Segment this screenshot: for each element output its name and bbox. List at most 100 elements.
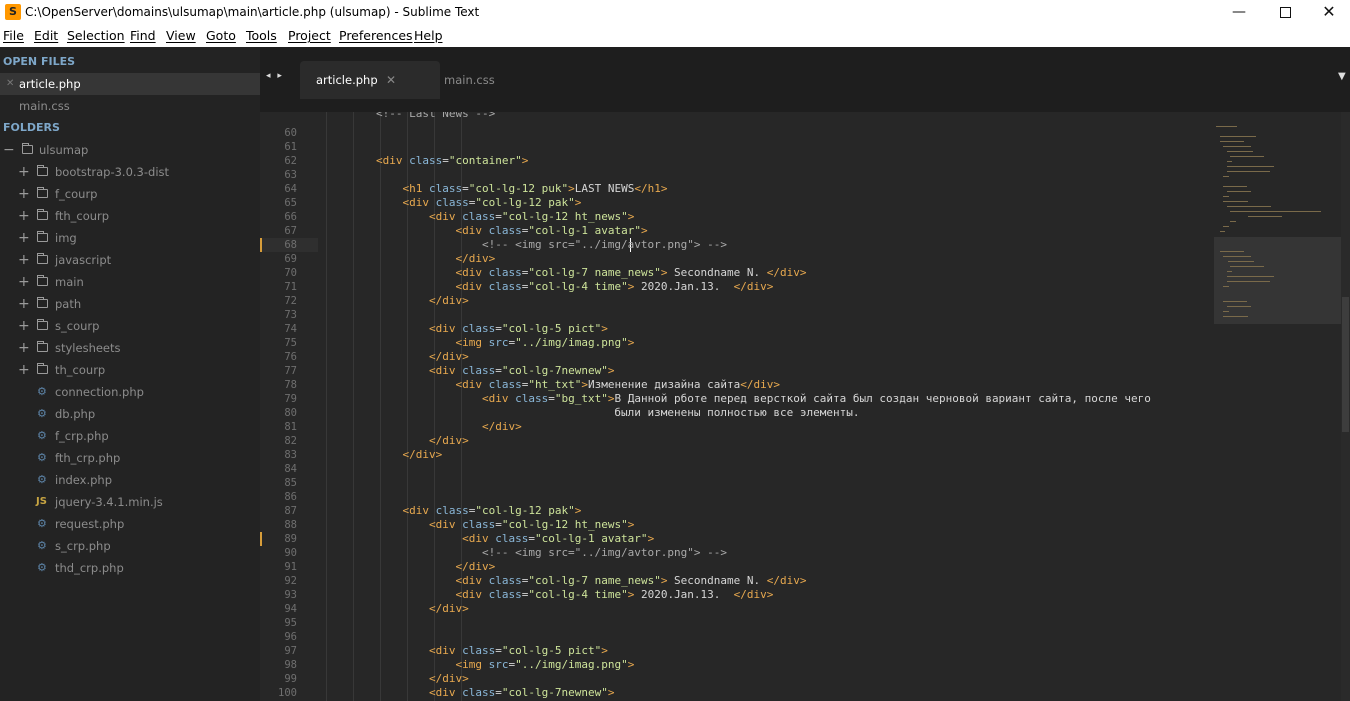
code-line[interactable]: </div> <box>376 294 469 308</box>
file-item[interactable]: ⚙ thd_crp.php <box>0 557 260 579</box>
menu-help[interactable]: Help <box>414 24 443 48</box>
minimap-line <box>1230 266 1264 267</box>
folder-item[interactable]: + f_courp <box>0 183 260 205</box>
close-file-icon[interactable]: ✕ <box>6 73 14 95</box>
scrollbar-thumb[interactable] <box>1342 297 1349 432</box>
close-window-button[interactable]: ✕ <box>1306 0 1350 24</box>
code-line[interactable]: <div class="container"> <box>376 154 528 168</box>
expand-icon[interactable]: + <box>18 205 30 227</box>
code-line[interactable]: </div> <box>376 434 469 448</box>
minimize-button[interactable]: — <box>1216 0 1262 24</box>
code-line[interactable]: <div class="col-lg-12 ht_news"> <box>376 518 634 532</box>
tab-nav-arrows-icon[interactable]: ◂ ▸ <box>266 71 284 81</box>
line-number: 78 <box>284 379 297 391</box>
file-item[interactable]: ⚙ index.php <box>0 469 260 491</box>
tab-main-css[interactable]: main.css <box>444 69 495 91</box>
code-line[interactable]: <div class="col-lg-7 name_news"> Secondn… <box>376 574 806 588</box>
menu-tools[interactable]: Tools <box>246 24 277 48</box>
code-line[interactable]: были изменены полностью все элементы. <box>376 406 859 420</box>
expand-icon[interactable]: + <box>18 359 30 381</box>
menu-preferences[interactable]: Preferences <box>339 24 413 48</box>
minimap-line <box>1223 256 1252 257</box>
code-line[interactable]: <div class="col-lg-7newnew"> <box>376 686 614 700</box>
code-line[interactable]: <div class="col-lg-12 pak"> <box>376 196 582 210</box>
open-file-main-css[interactable]: main.css <box>0 95 260 117</box>
code-line[interactable]: <div class="col-lg-7 name_news"> Secondn… <box>376 266 806 280</box>
expand-icon[interactable]: + <box>18 161 30 183</box>
menu-selection[interactable]: Selection <box>67 24 125 48</box>
folder-item[interactable]: + main <box>0 271 260 293</box>
expand-icon[interactable]: + <box>18 271 30 293</box>
menu-view[interactable]: View <box>166 24 196 48</box>
expand-icon[interactable]: + <box>18 249 30 271</box>
code-line[interactable]: </div> <box>376 560 495 574</box>
gear-icon: ⚙ <box>37 385 47 398</box>
file-item[interactable]: ⚙ f_crp.php <box>0 425 260 447</box>
code-line[interactable]: <div class="ht_txt">Изменение дизайна са… <box>376 378 780 392</box>
code-line[interactable]: </div> <box>376 672 469 686</box>
folder-item[interactable]: + javascript <box>0 249 260 271</box>
folder-item[interactable]: + path <box>0 293 260 315</box>
close-tab-icon[interactable]: ✕ <box>386 61 396 99</box>
code-line[interactable]: <div class="col-lg-4 time"> 2020.Jan.13.… <box>376 280 773 294</box>
file-item[interactable]: JS jquery-3.4.1.min.js <box>0 491 260 513</box>
code-line[interactable]: </div> <box>376 602 469 616</box>
minimap[interactable] <box>1206 112 1350 701</box>
collapse-icon[interactable]: − <box>3 139 15 161</box>
expand-icon[interactable]: + <box>18 183 30 205</box>
menu-edit[interactable]: Edit <box>34 24 58 48</box>
code-line[interactable]: <div class="col-lg-5 pict"> <box>376 322 608 336</box>
code-line[interactable]: </div> <box>376 350 469 364</box>
folder-item[interactable]: + s_courp <box>0 315 260 337</box>
vertical-scrollbar[interactable] <box>1341 112 1350 701</box>
code-line[interactable]: <img src="../img/imag.png"> <box>376 336 634 350</box>
code-line[interactable]: </div> <box>376 252 495 266</box>
menu-find[interactable]: Find <box>130 24 156 48</box>
code-line[interactable]: </div> <box>376 448 443 462</box>
code-line[interactable]: <!-- <img src="../img/avtor.png"> --> <box>376 238 727 252</box>
gear-icon: ⚙ <box>37 429 47 442</box>
open-file-article[interactable]: ✕ article.php <box>0 73 260 95</box>
code-line[interactable]: <div class="col-lg-5 pict"> <box>376 644 608 658</box>
code-line[interactable]: <div class="col-lg-1 avatar"> <box>376 532 654 546</box>
menu-file[interactable]: File <box>3 24 24 48</box>
menu-project[interactable]: Project <box>288 24 331 48</box>
file-item[interactable]: ⚙ s_crp.php <box>0 535 260 557</box>
file-item[interactable]: ⚙ db.php <box>0 403 260 425</box>
code-line[interactable]: <img src="../img/imag.png"> <box>376 658 634 672</box>
folder-item[interactable]: + bootstrap-3.0.3-dist <box>0 161 260 183</box>
tab-list-dropdown-icon[interactable]: ▼ <box>1338 71 1346 82</box>
code-line[interactable]: <div class="col-lg-7newnew"> <box>376 364 614 378</box>
code-line[interactable]: <!-- <img src="../img/avtor.png"> --> <box>376 546 727 560</box>
folder-item[interactable]: + fth_courp <box>0 205 260 227</box>
sidebar: OPEN FILES ✕ article.php main.css FOLDER… <box>0 47 260 701</box>
folder-item[interactable]: + stylesheets <box>0 337 260 359</box>
tab-article-php[interactable]: article.php ✕ <box>300 61 440 99</box>
folder-root-ulsumap[interactable]: − ulsumap <box>0 139 260 161</box>
line-number: 82 <box>284 435 297 447</box>
code-editor[interactable]: 60 61 62 63 64 65 66 67 68 69 70 71 72 73 74 75 76 77 78 79… <box>260 112 1350 701</box>
menu-goto[interactable]: Goto <box>206 24 236 48</box>
minimap-line <box>1226 306 1252 307</box>
folder-item[interactable]: + th_courp <box>0 359 260 381</box>
file-item[interactable]: ⚙ connection.php <box>0 381 260 403</box>
code-line[interactable]: <div class="col-lg-12 ht_news"> <box>376 210 634 224</box>
folder-item[interactable]: + img <box>0 227 260 249</box>
code-area[interactable]: <!-- Last News --> <div class="container… <box>318 112 1350 701</box>
expand-icon[interactable]: + <box>18 227 30 249</box>
code-line[interactable]: <div class="col-lg-1 avatar"> <box>376 224 647 238</box>
code-line[interactable]: <div class="col-lg-4 time"> 2020.Jan.13.… <box>376 588 773 602</box>
file-item[interactable]: ⚙ request.php <box>0 513 260 535</box>
minimap-line <box>1223 186 1248 187</box>
code-line[interactable]: <div class="col-lg-12 pak"> <box>376 504 582 518</box>
expand-icon[interactable]: + <box>18 337 30 359</box>
maximize-button[interactable] <box>1262 0 1308 24</box>
line-number: 100 <box>278 687 297 699</box>
line-number: 99 <box>284 673 297 685</box>
expand-icon[interactable]: + <box>18 293 30 315</box>
code-line[interactable]: <h1 class="col-lg-12 puk">LAST NEWS</h1> <box>376 182 668 196</box>
code-line[interactable]: <div class="bg_txt">В Данной рботе перед… <box>376 392 1151 406</box>
expand-icon[interactable]: + <box>18 315 30 337</box>
code-line[interactable]: </div> <box>376 420 522 434</box>
file-item[interactable]: ⚙ fth_crp.php <box>0 447 260 469</box>
